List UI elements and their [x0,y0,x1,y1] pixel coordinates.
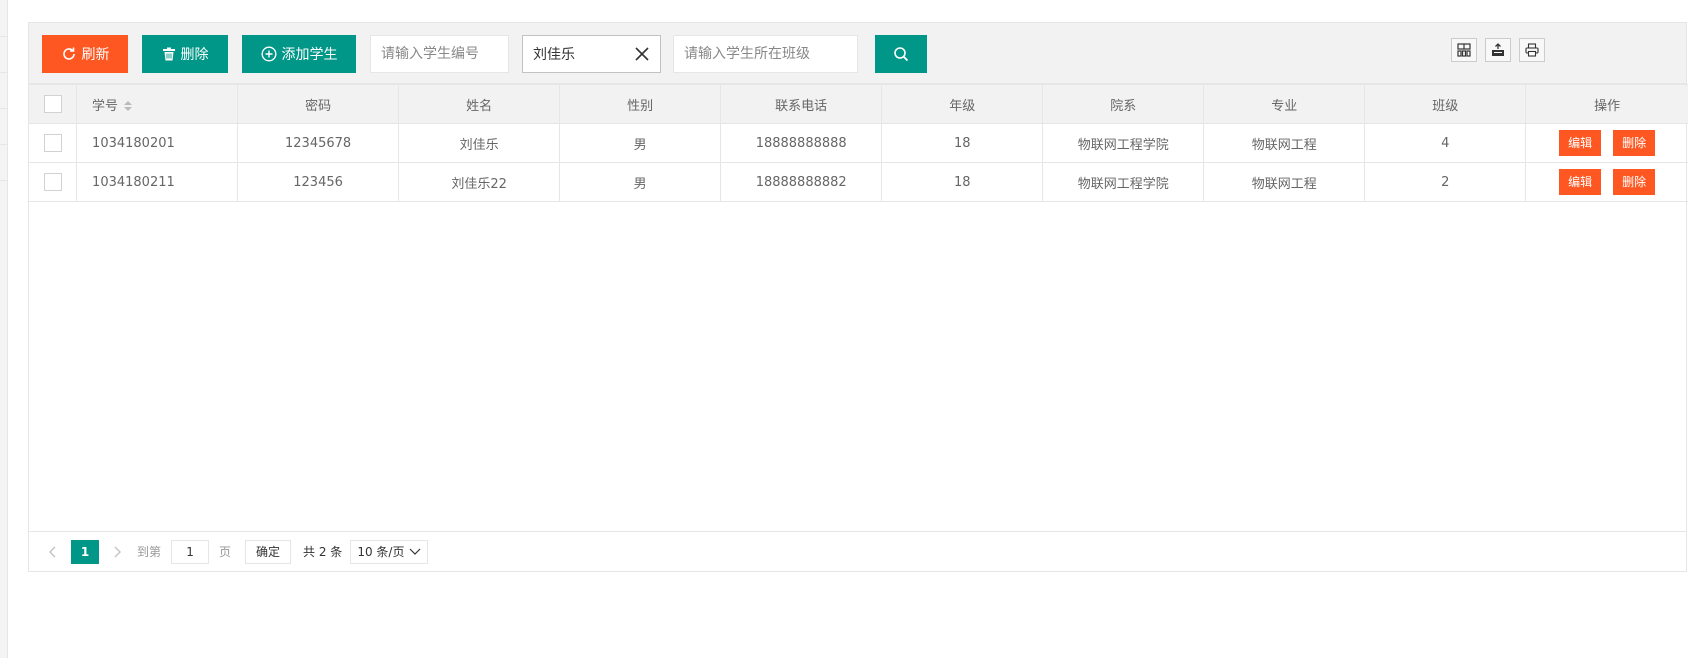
header-name: 姓名 [398,84,561,124]
student-id-search-input[interactable] [370,35,509,73]
select-all-checkbox[interactable] [43,95,62,113]
cell-grade: 18 [881,123,1044,163]
header-student-id[interactable]: 学号 [76,84,239,124]
student-class-search-input[interactable] [673,35,858,73]
sidebar-divider [0,36,8,37]
column-filter-icon[interactable] [1451,38,1477,62]
plus-circle-icon [260,46,277,62]
select-all-cell [29,84,78,124]
row-delete-button[interactable]: 删除 [1613,130,1656,156]
left-sidebar-strip [0,0,8,658]
table-row: 1034180211 123456 刘佳乐22 男 18888888882 18… [29,162,1688,202]
cell-phone: 18888888882 [720,162,883,202]
row-delete-button[interactable]: 删除 [1613,169,1656,195]
sidebar-divider [0,144,8,145]
cell-actions: 编辑 删除 [1525,162,1688,202]
cell-major: 物联网工程 [1203,162,1366,202]
clear-icon[interactable] [634,46,650,62]
toolbar: 刷新 删除 添加学生 刘佳乐 [29,23,1686,84]
header-password: 密码 [237,84,400,124]
prev-page-button[interactable] [39,540,65,564]
total-count: 共 2 条 [303,545,343,559]
cell-grade: 18 [881,162,1044,202]
add-student-button[interactable]: 添加学生 [242,35,356,73]
row-select-cell [29,162,78,202]
refresh-icon [62,47,75,60]
goto-page-input[interactable]: 1 [171,539,210,564]
cell-name: 刘佳乐22 [398,162,561,202]
header-label: 学号 [92,98,119,114]
search-icon [894,47,909,62]
cell-password: 12345678 [237,123,400,163]
page-size-value: 10 条/页 [357,545,405,559]
sidebar-divider [0,72,8,73]
header-college: 院系 [1042,84,1205,124]
header-grade: 年级 [881,84,1044,124]
header-major: 专业 [1203,84,1366,124]
row-checkbox[interactable] [43,173,62,191]
cell-major: 物联网工程 [1203,123,1366,163]
cell-phone: 18888888888 [720,123,883,163]
cell-college: 物联网工程学院 [1042,162,1205,202]
chevron-right-icon [114,546,121,557]
header-phone: 联系电话 [720,84,883,124]
goto-label: 到第 [137,545,162,559]
refresh-button[interactable]: 刷新 [42,35,128,73]
student-table-panel: 刷新 删除 添加学生 刘佳乐 [28,22,1688,572]
refresh-label: 刷新 [81,47,110,63]
page-suffix-label: 页 [219,545,232,559]
cell-college: 物联网工程学院 [1042,123,1205,163]
student-name-search-input[interactable]: 刘佳乐 [522,35,661,73]
cell-student-id: 1034180201 [76,123,239,163]
header-gender: 性别 [559,84,722,124]
sidebar-divider [0,108,8,109]
goto-confirm-button[interactable]: 确定 [245,539,292,564]
page-size-select[interactable]: 10 条/页 [350,539,429,564]
delete-button[interactable]: 删除 [142,35,228,73]
chevron-left-icon [49,546,56,557]
export-icon[interactable] [1485,38,1511,62]
cell-class: 4 [1364,123,1527,163]
sidebar-divider [0,180,8,181]
cell-actions: 编辑 删除 [1525,123,1688,163]
cell-student-id: 1034180211 [76,162,239,202]
cell-name: 刘佳乐 [398,123,561,163]
trash-icon [162,47,175,61]
header-class: 班级 [1364,84,1527,124]
row-select-cell [29,123,78,163]
add-student-label: 添加学生 [281,47,338,63]
table-header-row: 学号 密码 姓名 性别 联系电话 年级 院系 专业 班级 操作 [29,84,1688,124]
page-number-current[interactable]: 1 [71,539,99,564]
sort-icon[interactable] [124,101,133,111]
cell-password: 123456 [237,162,400,202]
table-row: 1034180201 12345678 刘佳乐 男 18888888888 18… [29,123,1688,163]
search-button[interactable] [875,35,927,73]
row-checkbox[interactable] [43,134,62,152]
chevron-down-icon [409,548,421,555]
student-table: 学号 密码 姓名 性别 联系电话 年级 院系 专业 班级 操作 10341802… [29,84,1688,202]
edit-button[interactable]: 编辑 [1559,130,1602,156]
cell-gender: 男 [559,123,722,163]
edit-button[interactable]: 编辑 [1559,169,1602,195]
header-actions: 操作 [1525,84,1688,124]
student-name-value: 刘佳乐 [533,47,575,63]
next-page-button[interactable] [105,540,131,564]
delete-label: 删除 [180,47,209,63]
print-icon[interactable] [1519,38,1545,62]
pagination: 1 到第 1 页 确定 共 2 条 10 条/页 [29,531,1686,571]
cell-gender: 男 [559,162,722,202]
cell-class: 2 [1364,162,1527,202]
